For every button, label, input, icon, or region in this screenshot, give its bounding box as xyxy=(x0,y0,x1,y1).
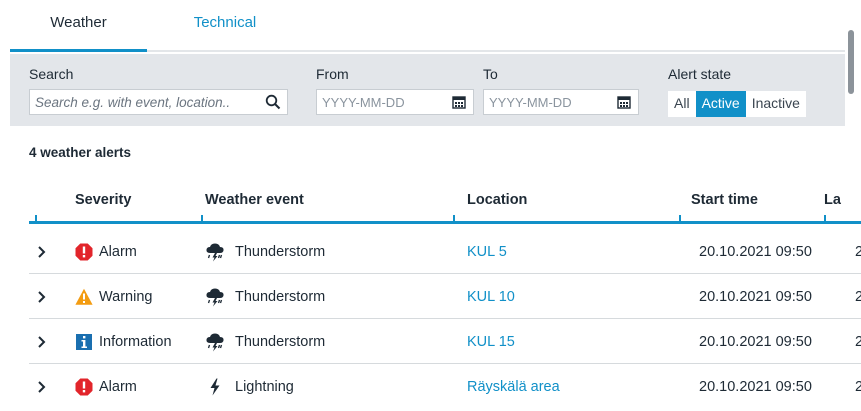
search-placeholder: Search e.g. with event, location.. xyxy=(35,95,231,110)
severity-cell: Alarm xyxy=(75,229,137,274)
information-icon xyxy=(76,333,92,350)
start-time-cell: 20.10.2021 09:50 xyxy=(699,333,812,350)
warning-icon xyxy=(75,288,93,305)
start-time-cell: 20.10.2021 09:50 xyxy=(699,243,812,260)
weather-event-cell: Thunderstorm xyxy=(205,319,325,364)
severity-cell: Alarm xyxy=(75,364,137,409)
thunderstorm-icon xyxy=(206,288,224,306)
weather-event-label: Thunderstorm xyxy=(235,333,326,350)
filter-bar: Search Search e.g. with event, location.… xyxy=(10,54,845,126)
expand-chevron-icon[interactable] xyxy=(29,319,59,364)
last-cell: 2 xyxy=(855,243,861,260)
start-time-cell: 20.10.2021 09:50 xyxy=(699,378,812,395)
column-start-time[interactable]: Start time xyxy=(691,192,758,208)
alert-count: 4 weather alerts xyxy=(29,145,132,160)
table-row[interactable]: Information Thunderstorm KUL 15 20.10.20… xyxy=(29,319,861,364)
weather-event-label: Thunderstorm xyxy=(235,288,326,305)
column-weather-event[interactable]: Weather event xyxy=(205,192,304,208)
column-last[interactable]: La xyxy=(824,192,841,208)
column-severity[interactable]: Severity xyxy=(75,192,131,208)
alert-state-active[interactable]: Active xyxy=(695,91,746,117)
alert-state-inactive[interactable]: Inactive xyxy=(746,91,806,117)
table-row[interactable]: Alarm Lightning Räyskälä area 20.10.2021… xyxy=(29,364,861,409)
weather-event-cell: Thunderstorm xyxy=(205,229,325,274)
calendar-icon[interactable] xyxy=(451,94,467,110)
from-label: From xyxy=(316,66,349,82)
to-placeholder: YYYY-MM-DD xyxy=(489,95,572,110)
weather-event-cell: Lightning xyxy=(205,364,294,409)
expand-chevron-icon[interactable] xyxy=(29,274,59,319)
weather-event-label: Lightning xyxy=(235,378,294,395)
thunderstorm-icon xyxy=(206,333,224,351)
alarm-icon xyxy=(75,378,93,395)
severity-label: Warning xyxy=(99,288,153,305)
to-label: To xyxy=(483,66,498,82)
column-location[interactable]: Location xyxy=(467,192,527,208)
column-divider xyxy=(679,215,681,222)
to-date-input[interactable]: YYYY-MM-DD xyxy=(483,89,639,115)
alert-state-all[interactable]: All xyxy=(668,91,696,117)
last-cell: 2 xyxy=(855,333,861,350)
table-header: Severity Weather event Location Start ti… xyxy=(29,182,861,224)
table-row[interactable]: Alarm Thunderstorm KUL 5 20.10.2021 09:5… xyxy=(29,229,861,274)
severity-label: Information xyxy=(99,333,172,350)
tab-weather[interactable]: Weather xyxy=(10,14,147,52)
column-divider xyxy=(201,215,203,222)
column-divider xyxy=(453,215,455,222)
alarm-icon xyxy=(75,243,93,260)
expand-chevron-icon[interactable] xyxy=(29,364,59,409)
lightning-icon xyxy=(210,378,220,395)
severity-label: Alarm xyxy=(99,378,137,395)
alert-state-label: Alert state xyxy=(668,66,732,82)
from-date-input[interactable]: YYYY-MM-DD xyxy=(316,89,474,115)
tab-bar: Weather Technical xyxy=(10,0,845,52)
column-divider xyxy=(824,215,826,222)
thunderstorm-icon xyxy=(206,243,224,261)
severity-label: Alarm xyxy=(99,243,137,260)
last-cell: 2 xyxy=(855,288,861,305)
location-link[interactable]: KUL 10 xyxy=(467,274,515,319)
from-placeholder: YYYY-MM-DD xyxy=(322,95,405,110)
search-input[interactable]: Search e.g. with event, location.. xyxy=(29,89,288,115)
last-cell: 2 xyxy=(855,378,861,395)
location-link[interactable]: Räyskälä area xyxy=(467,364,560,409)
tab-technical[interactable]: Technical xyxy=(170,14,280,52)
scrollbar[interactable] xyxy=(848,30,854,94)
column-divider xyxy=(35,215,37,222)
calendar-icon[interactable] xyxy=(616,94,632,110)
alert-state-toggle: All Active Inactive xyxy=(668,91,806,117)
search-label: Search xyxy=(29,66,74,82)
severity-cell: Warning xyxy=(75,274,152,319)
table-row[interactable]: Warning Thunderstorm KUL 10 20.10.2021 0… xyxy=(29,274,861,319)
expand-chevron-icon[interactable] xyxy=(29,229,59,274)
search-icon[interactable] xyxy=(265,94,281,110)
location-link[interactable]: KUL 15 xyxy=(467,319,515,364)
weather-event-cell: Thunderstorm xyxy=(205,274,325,319)
location-link[interactable]: KUL 5 xyxy=(467,229,507,274)
severity-cell: Information xyxy=(75,319,172,364)
weather-event-label: Thunderstorm xyxy=(235,243,326,260)
start-time-cell: 20.10.2021 09:50 xyxy=(699,288,812,305)
